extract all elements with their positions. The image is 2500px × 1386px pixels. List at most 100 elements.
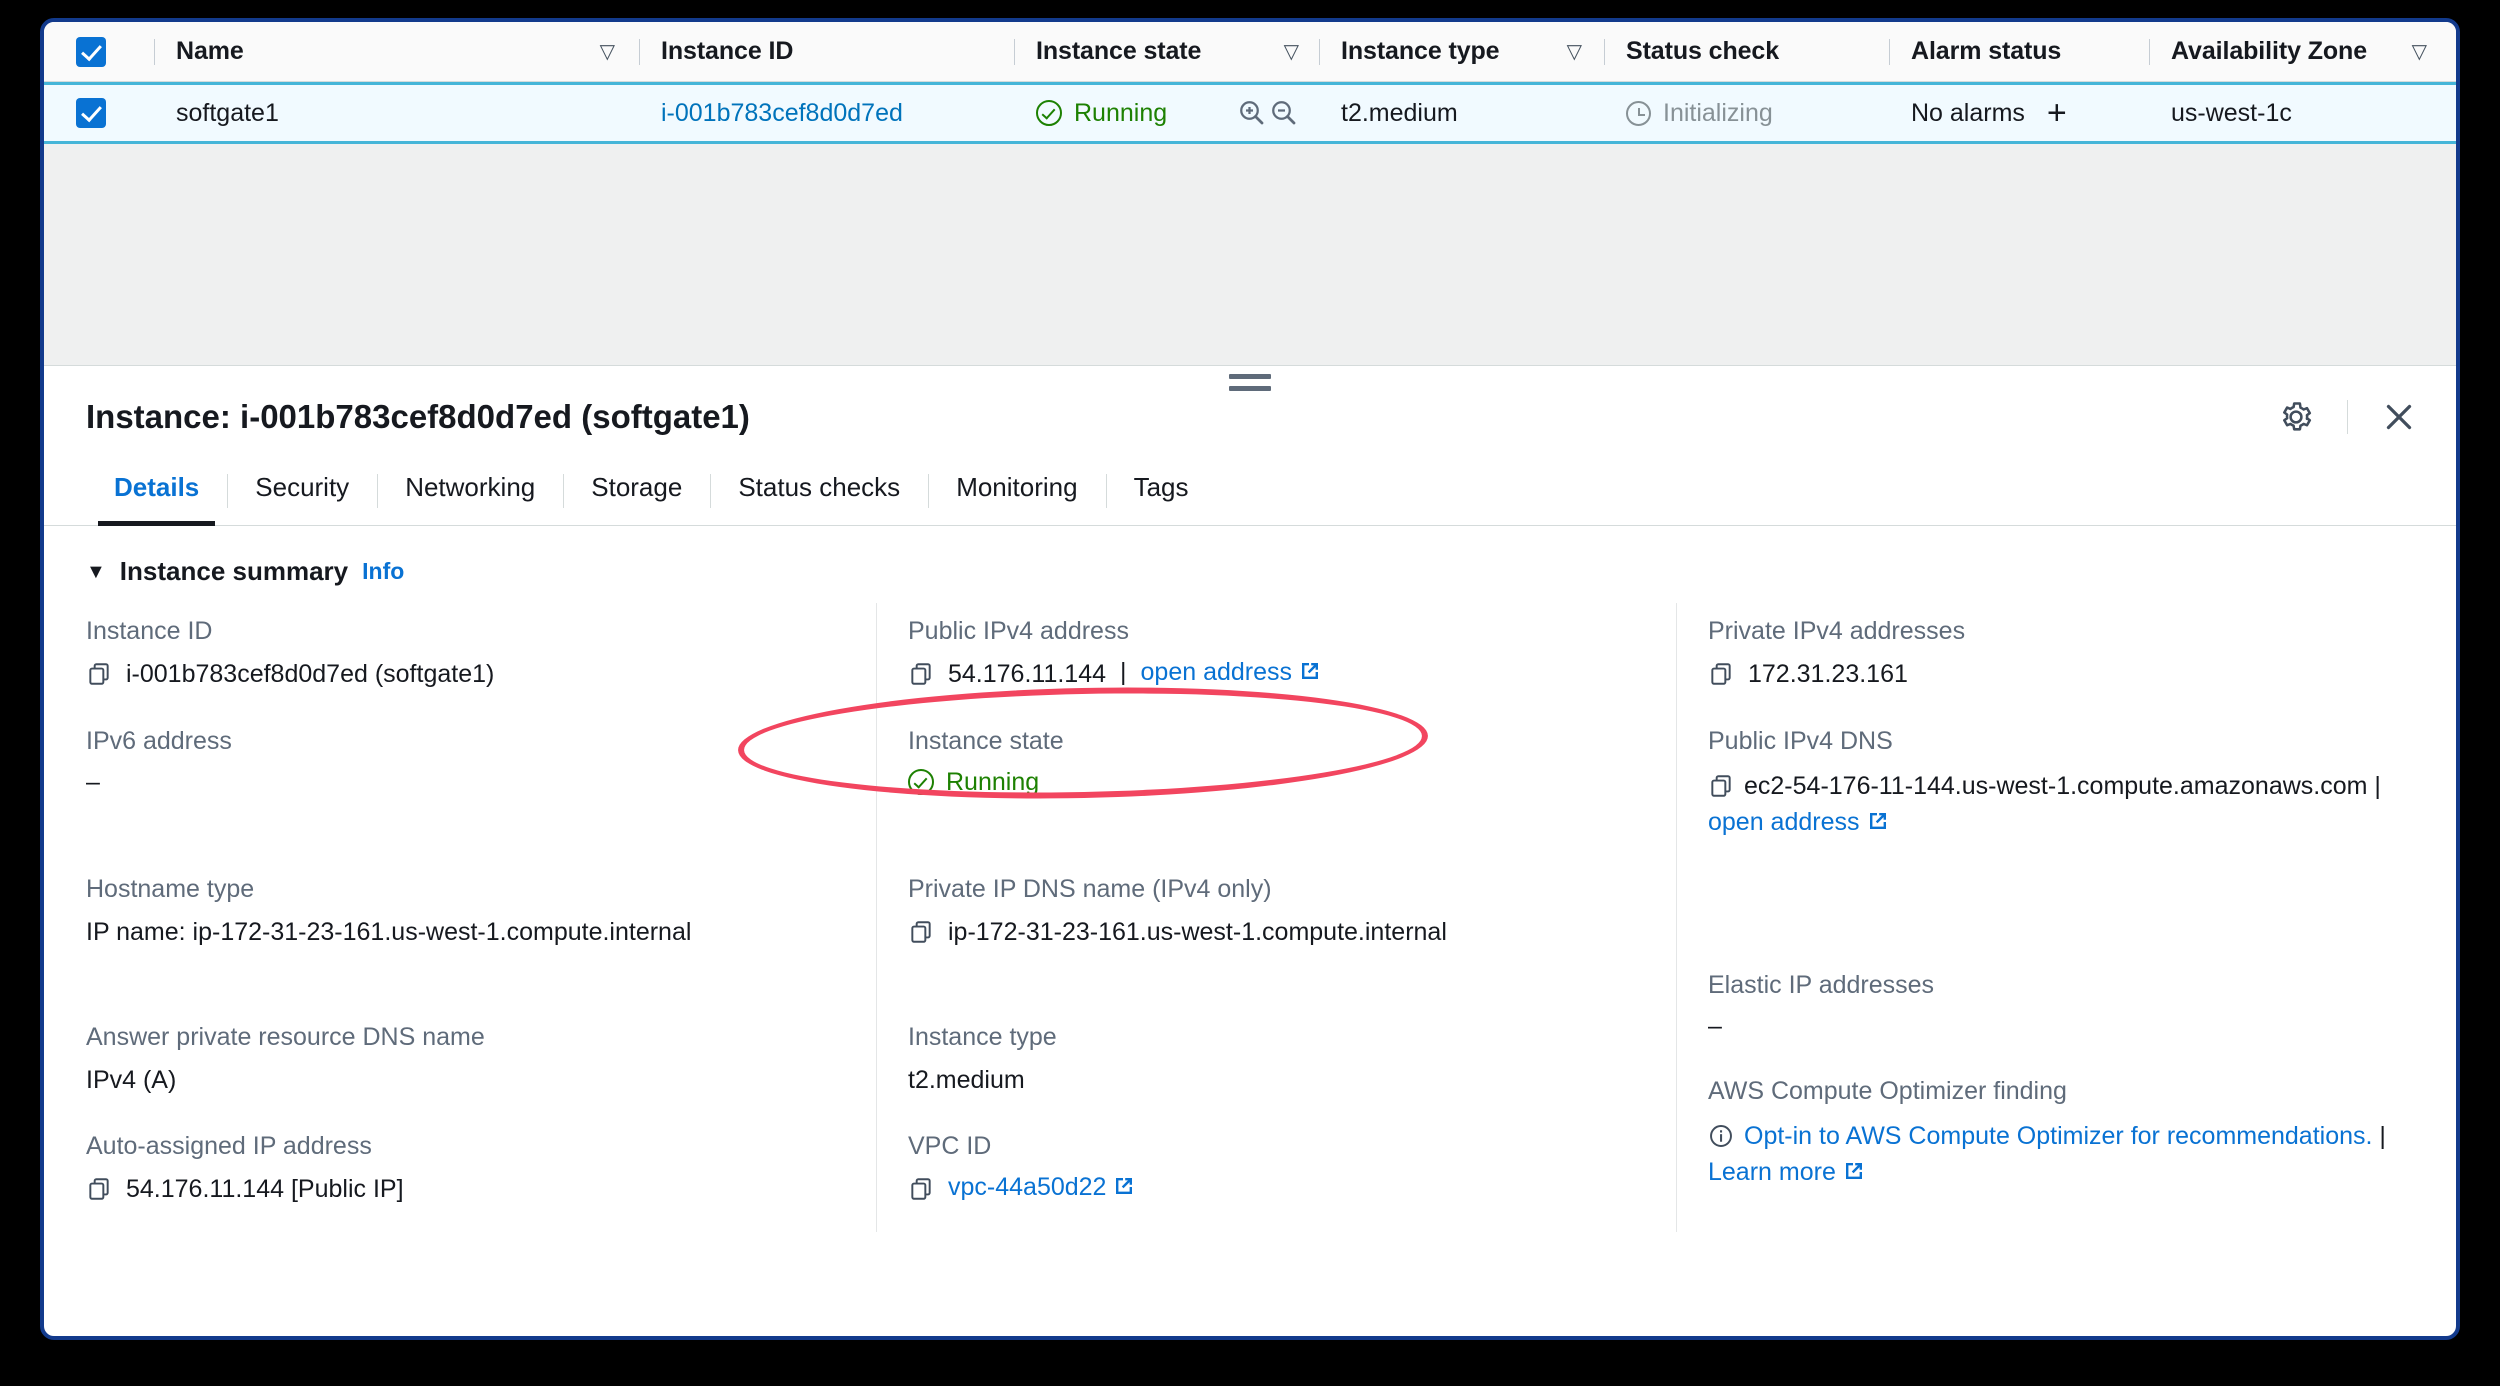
- instance-id-link[interactable]: i-001b783cef8d0d7ed: [661, 99, 903, 128]
- field-instance-type: Instance type t2.medium: [908, 1023, 1676, 1097]
- tab-tags[interactable]: Tags: [1106, 456, 1217, 525]
- cell-status-check: Initializing: [1604, 85, 1889, 141]
- field-value: IP name: ip-172-31-23-161.us-west-1.comp…: [86, 916, 691, 949]
- value-separator: |: [1120, 658, 1127, 687]
- tab-label: Monitoring: [956, 472, 1077, 503]
- copy-icon[interactable]: [1708, 661, 1734, 687]
- field-vpc-id: VPC ID vpc-44a50d22: [908, 1132, 1676, 1202]
- field-value: t2.medium: [908, 1064, 1025, 1097]
- chevron-down-icon[interactable]: ▼: [86, 562, 106, 582]
- sort-caret-icon[interactable]: ▽: [1567, 42, 1582, 62]
- field-label: Auto-assigned IP address: [86, 1132, 876, 1161]
- column-header-label: Instance type: [1341, 37, 1499, 66]
- table-row[interactable]: softgate1 i-001b783cef8d0d7ed Running: [44, 82, 2456, 144]
- compute-optimizer-optin-link[interactable]: Opt-in to AWS Compute Optimizer for reco…: [1744, 1122, 2372, 1150]
- clock-icon: [1626, 101, 1651, 126]
- tab-details[interactable]: Details: [86, 456, 227, 525]
- summary-column-2: Public IPv4 address 54.176.11.144 | open…: [876, 603, 1676, 1242]
- external-link-icon: [1866, 809, 1890, 833]
- instance-state-value: Running: [1074, 99, 1167, 128]
- copy-icon[interactable]: [908, 1176, 934, 1202]
- field-label: Hostname type: [86, 875, 876, 904]
- copy-icon[interactable]: [908, 661, 934, 687]
- tab-monitoring[interactable]: Monitoring: [928, 456, 1105, 525]
- field-value: ip-172-31-23-161.us-west-1.compute.inter…: [948, 916, 1447, 949]
- copy-icon[interactable]: [1708, 773, 1734, 799]
- external-link-icon: [1842, 1159, 1866, 1183]
- link-label: open address: [1708, 808, 1860, 836]
- settings-button[interactable]: [2275, 396, 2317, 438]
- column-header-label: Name: [176, 37, 244, 66]
- alarm-status-value: No alarms: [1911, 99, 2025, 128]
- select-all-checkbox-cell[interactable]: [44, 22, 154, 81]
- sort-caret-icon[interactable]: ▽: [1284, 42, 1299, 62]
- value-separator: |: [2379, 1122, 2386, 1150]
- zoom-controls[interactable]: [1237, 98, 1299, 128]
- learn-more-link[interactable]: Learn more: [1708, 1158, 1866, 1186]
- panel-actions: [2275, 396, 2420, 438]
- column-header-name[interactable]: Name ▽: [154, 22, 639, 81]
- close-button[interactable]: [2378, 396, 2420, 438]
- column-header-instance-state[interactable]: Instance state ▽: [1014, 22, 1319, 81]
- field-private-ipv4-addresses: Private IPv4 addresses 172.31.23.161: [1708, 617, 2414, 691]
- column-header-label: Instance ID: [661, 37, 793, 66]
- cell-instance-id[interactable]: i-001b783cef8d0d7ed: [639, 85, 1014, 141]
- close-icon: [2381, 399, 2417, 435]
- zoom-in-icon[interactable]: [1237, 98, 1267, 128]
- open-address-link[interactable]: open address: [1141, 658, 1323, 687]
- instance-detail-panel: Instance: i-001b783cef8d0d7ed (softgate1…: [44, 366, 2456, 1242]
- field-value: IPv4 (A): [86, 1064, 176, 1097]
- tab-label: Storage: [591, 472, 682, 503]
- field-label: Public IPv4 DNS: [1708, 727, 2414, 756]
- add-alarm-icon[interactable]: +: [2047, 96, 2067, 130]
- section-title: Instance summary: [120, 556, 348, 587]
- select-all-checkbox[interactable]: [76, 37, 106, 67]
- instance-summary-header[interactable]: ▼ Instance summary Info: [44, 526, 2456, 603]
- tab-storage[interactable]: Storage: [563, 456, 710, 525]
- panel-resize-handle[interactable]: [1229, 374, 1271, 391]
- field-value: vpc-44a50d22: [948, 1173, 1106, 1201]
- info-link[interactable]: Info: [362, 558, 404, 585]
- row-select-checkbox-cell[interactable]: [44, 85, 154, 141]
- tab-label: Status checks: [738, 472, 900, 503]
- column-header-label: Alarm status: [1911, 37, 2061, 66]
- tab-security[interactable]: Security: [227, 456, 377, 525]
- column-header-instance-type[interactable]: Instance type ▽: [1319, 22, 1604, 81]
- field-public-ipv4-address: Public IPv4 address 54.176.11.144 | open…: [908, 617, 1676, 691]
- instance-state-indicator: Running: [1036, 99, 1167, 128]
- column-header-status-check[interactable]: Status check: [1604, 22, 1889, 81]
- column-header-label: Availability Zone: [2171, 37, 2367, 66]
- vpc-id-link[interactable]: vpc-44a50d22: [948, 1173, 1136, 1202]
- field-label: Private IPv4 addresses: [1708, 617, 2414, 646]
- cell-instance-type: t2.medium: [1319, 85, 1604, 141]
- field-public-ipv4-dns: Public IPv4 DNS ec2-54-176-11-144.us-wes…: [1708, 727, 2414, 935]
- zoom-out-icon[interactable]: [1269, 98, 1299, 128]
- tab-status-checks[interactable]: Status checks: [710, 456, 928, 525]
- column-header-availability-zone[interactable]: Availability Zone ▽: [2149, 22, 2449, 81]
- column-header-instance-id[interactable]: Instance ID: [639, 22, 1014, 81]
- field-value: Running: [946, 768, 1039, 797]
- sort-caret-icon[interactable]: ▽: [600, 42, 615, 62]
- instances-table: Name ▽ Instance ID Instance state ▽ Inst…: [44, 22, 2456, 144]
- open-address-link[interactable]: open address: [1708, 808, 1890, 836]
- field-label: VPC ID: [908, 1132, 1676, 1161]
- detail-tabs: Details Security Networking Storage Stat…: [44, 456, 2456, 526]
- info-circle-icon: [1708, 1123, 1734, 1149]
- check-circle-icon: [1036, 100, 1062, 126]
- copy-icon[interactable]: [86, 1176, 112, 1202]
- field-elastic-ip-addresses: Elastic IP addresses –: [1708, 971, 2414, 1041]
- column-header-alarm-status[interactable]: Alarm status: [1889, 22, 2149, 81]
- copy-icon[interactable]: [86, 661, 112, 687]
- row-select-checkbox[interactable]: [76, 98, 106, 128]
- field-label: Public IPv4 address: [908, 617, 1676, 646]
- tab-networking[interactable]: Networking: [377, 456, 563, 525]
- status-check-indicator: Initializing: [1626, 99, 1773, 128]
- copy-icon[interactable]: [908, 919, 934, 945]
- availability-zone-value: us-west-1c: [2171, 99, 2292, 128]
- field-value: –: [86, 768, 100, 797]
- field-label: AWS Compute Optimizer finding: [1708, 1077, 2414, 1106]
- field-label: Instance ID: [86, 617, 876, 646]
- check-circle-icon: [908, 769, 934, 795]
- sort-caret-icon[interactable]: ▽: [2412, 42, 2427, 62]
- field-value: 54.176.11.144 [Public IP]: [126, 1173, 404, 1206]
